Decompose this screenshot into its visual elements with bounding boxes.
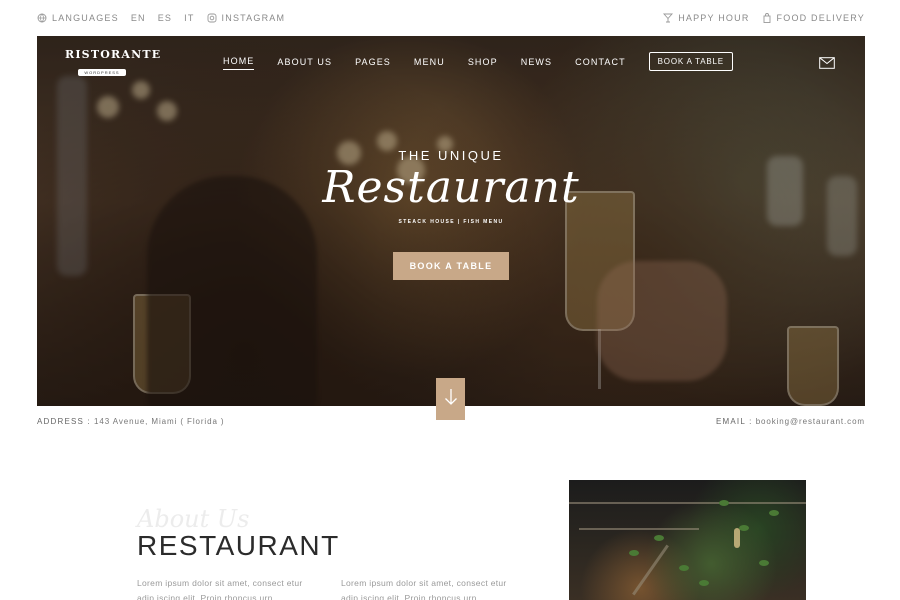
about-text-column-2: Lorem ipsum dolor sit amet, consect etur…: [341, 578, 507, 600]
main-nav: HOME ABOUT US PAGES MENU SHOP NEWS CONTA…: [223, 52, 733, 71]
about-title: RESTAURANT: [137, 530, 340, 561]
instagram-link[interactable]: INSTAGRAM: [207, 13, 286, 23]
languages-label: LANGUAGES: [52, 13, 119, 23]
scroll-down-button[interactable]: [436, 378, 465, 420]
nav-about-us[interactable]: ABOUT US: [277, 57, 332, 70]
nav-shop[interactable]: SHOP: [468, 57, 498, 70]
restaurant-interior-photo: [569, 480, 806, 600]
top-bar-right: HAPPY HOUR FOOD DELIVERY: [663, 13, 865, 23]
languages-menu[interactable]: LANGUAGES: [37, 13, 119, 23]
instagram-icon: [207, 13, 217, 23]
delivery-bag-icon: [762, 13, 772, 23]
address-value: 143 Avenue, Miami ( Florida ): [94, 417, 225, 426]
food-delivery-link[interactable]: FOOD DELIVERY: [762, 13, 865, 23]
top-bar: LANGUAGES EN ES IT INSTAGRAM HAPPY HOUR …: [37, 8, 865, 28]
nav-news[interactable]: NEWS: [521, 57, 552, 70]
nav-book-table-button[interactable]: BOOK A TABLE: [648, 52, 733, 71]
arrow-down-icon: [444, 388, 458, 411]
email-value[interactable]: booking@restaurant.com: [756, 417, 865, 426]
language-en[interactable]: EN: [131, 13, 146, 23]
globe-icon: [37, 13, 47, 23]
happy-hour-label: HAPPY HOUR: [678, 13, 750, 23]
logo-name: RISTORANTE: [65, 48, 162, 61]
logo-sub: WORDPRESS: [78, 69, 126, 76]
mail-icon[interactable]: [819, 56, 835, 69]
nav-contact[interactable]: CONTACT: [575, 57, 626, 70]
nav-menu[interactable]: MENU: [414, 57, 445, 70]
nav-home[interactable]: HOME: [223, 56, 255, 70]
site-logo[interactable]: RISTORANTE WORDPRESS: [65, 48, 162, 79]
about-watermark: About Us: [137, 505, 250, 533]
address-info: ADDRESS : 143 Avenue, Miami ( Florida ): [37, 417, 225, 426]
hero-heading: THE UNIQUE Restaurant STEACK HOUSE | FIS…: [37, 148, 865, 280]
email-info: EMAIL : booking@restaurant.com: [716, 417, 865, 426]
top-bar-left: LANGUAGES EN ES IT INSTAGRAM: [37, 13, 285, 23]
happy-hour-link[interactable]: HAPPY HOUR: [663, 13, 749, 23]
instagram-label: INSTAGRAM: [221, 13, 286, 23]
contact-info-line: ADDRESS : 143 Avenue, Miami ( Florida ) …: [37, 417, 865, 426]
language-it[interactable]: IT: [184, 13, 194, 23]
about-text-column-1: Lorem ipsum dolor sit amet, consect etur…: [137, 578, 303, 600]
cocktail-icon: [663, 13, 674, 23]
hero-pre-title: THE UNIQUE: [398, 148, 504, 163]
address-label: ADDRESS :: [37, 417, 91, 426]
language-es[interactable]: ES: [158, 13, 172, 23]
hero-banner: RISTORANTE WORDPRESS HOME ABOUT US PAGES…: [37, 36, 865, 406]
hero-book-table-button[interactable]: BOOK A TABLE: [392, 252, 510, 280]
hero-tagline: STEACK HOUSE | FISH MENU: [398, 219, 504, 225]
hero-script-title: Restaurant: [322, 162, 580, 213]
nav-pages[interactable]: PAGES: [355, 57, 391, 70]
food-delivery-label: FOOD DELIVERY: [776, 13, 865, 23]
email-label: EMAIL :: [716, 417, 753, 426]
